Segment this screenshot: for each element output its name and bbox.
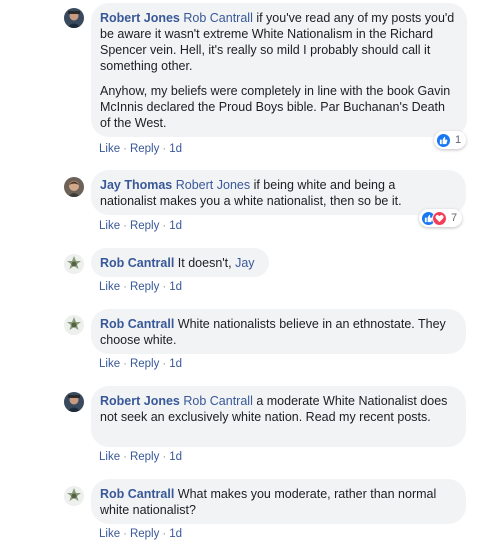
reaction-summary[interactable]: 1 (434, 131, 467, 149)
avatar-jay-thomas[interactable] (64, 177, 84, 197)
comment-text: It doesn't, (177, 256, 236, 270)
avatar-rob-cantrall[interactable] (64, 486, 84, 506)
comment-timestamp[interactable]: 1d (169, 220, 182, 232)
comment-mention[interactable]: Rob Cantrall (183, 11, 252, 25)
comment-actions: Like · Reply · 1d (99, 450, 182, 464)
avatar-rob-cantrall[interactable] (64, 254, 84, 274)
reaction-count: 1 (455, 134, 462, 146)
like-link[interactable]: Like (99, 281, 120, 293)
heart-icon (432, 210, 447, 226)
reply-link[interactable]: Reply (130, 220, 159, 232)
comment-actions: Like · Reply · 1d (99, 142, 182, 156)
reply-link[interactable]: Reply (130, 143, 159, 155)
reaction-summary[interactable]: 7 (419, 209, 463, 227)
like-link[interactable]: Like (99, 143, 120, 155)
comment-author[interactable]: Rob Cantrall (100, 487, 174, 501)
comment-author[interactable]: Jay Thomas (100, 178, 172, 192)
avatar-robert-jones[interactable] (64, 392, 84, 412)
separator-dot: · (162, 220, 167, 232)
comment-actions: Like · Reply · 1d (99, 280, 182, 294)
comment-text: Anyhow, my beliefs were completely in li… (100, 84, 451, 130)
like-link[interactable]: Like (99, 528, 120, 540)
comment-mention[interactable]: Rob Cantrall (183, 394, 252, 408)
comment-actions: Like · Reply · 1d (99, 219, 182, 233)
reply-link[interactable]: Reply (130, 451, 159, 463)
separator-dot: · (123, 143, 127, 155)
comment-bubble: Robert Jones Rob Cantrall a moderate Whi… (91, 386, 466, 447)
comment-author[interactable]: Robert Jones (100, 11, 180, 25)
like-link[interactable]: Like (99, 358, 120, 370)
separator-dot: · (162, 281, 167, 293)
separator-dot: · (162, 143, 167, 155)
comment-bubble: Robert Jones Rob Cantrall if you've read… (91, 3, 467, 137)
comment-author[interactable]: Robert Jones (100, 394, 180, 408)
avatar-robert-jones[interactable] (64, 8, 84, 28)
comment-bubble: Rob Cantrall White nationalists believe … (91, 309, 466, 354)
separator-dot: · (162, 451, 167, 463)
comment-timestamp[interactable]: 1d (169, 281, 182, 293)
comment-author[interactable]: Rob Cantrall (100, 317, 174, 331)
reaction-count: 7 (451, 212, 458, 224)
separator-dot: · (123, 220, 127, 232)
comment-timestamp[interactable]: 1d (169, 143, 182, 155)
separator-dot: · (123, 451, 127, 463)
comment-actions: Like · Reply · 1d (99, 527, 182, 541)
avatar-rob-cantrall[interactable] (64, 315, 84, 335)
separator-dot: · (123, 358, 127, 370)
comment-timestamp[interactable]: 1d (169, 451, 182, 463)
separator-dot: · (123, 528, 127, 540)
comment-timestamp[interactable]: 1d (169, 358, 182, 370)
comment-author[interactable]: Rob Cantrall (100, 256, 174, 270)
thumbs-up-icon (436, 132, 451, 148)
reply-link[interactable]: Reply (130, 528, 159, 540)
comment-bubble: Rob Cantrall What makes you moderate, ra… (91, 479, 466, 524)
comment-actions: Like · Reply · 1d (99, 357, 182, 371)
reply-link[interactable]: Reply (130, 281, 159, 293)
separator-dot: · (123, 281, 127, 293)
like-link[interactable]: Like (99, 220, 120, 232)
separator-dot: · (162, 528, 167, 540)
reply-link[interactable]: Reply (130, 358, 159, 370)
comment-mention[interactable]: Jay (235, 256, 254, 270)
like-link[interactable]: Like (99, 451, 120, 463)
comment-bubble: Jay Thomas Robert Jones if being white a… (91, 170, 466, 215)
comment-mention[interactable]: Robert Jones (176, 178, 250, 192)
comment-timestamp[interactable]: 1d (169, 528, 182, 540)
comment-bubble: Rob Cantrall It doesn't, Jay (91, 248, 269, 277)
separator-dot: · (162, 358, 167, 370)
